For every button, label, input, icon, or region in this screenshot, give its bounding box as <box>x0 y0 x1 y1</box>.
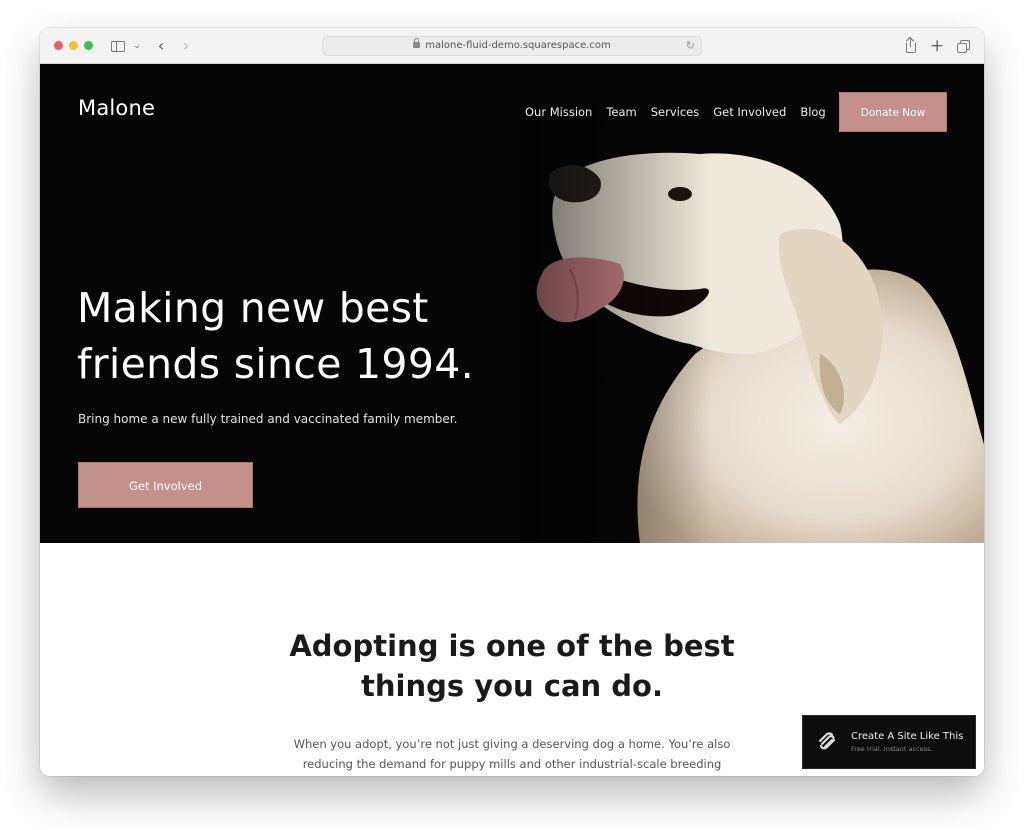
chevron-down-icon[interactable]: ⌄ <box>132 37 142 55</box>
intro-heading-line-2: things you can do. <box>361 669 663 703</box>
squarespace-logo-icon <box>818 732 836 750</box>
intro-heading: Adopting is one of the best things you c… <box>40 626 984 706</box>
browser-toolbar: ⌄ ‹ › malone-fluid-demo.squarespace.com … <box>40 28 984 64</box>
address-bar[interactable]: malone-fluid-demo.squarespace.com ↻ <box>322 36 702 56</box>
create-site-badge[interactable]: Create A Site Like This Free trial. Inst… <box>802 715 976 769</box>
hero-subtitle: Bring home a new fully trained and vacci… <box>78 412 458 426</box>
nav-services[interactable]: Services <box>651 104 700 120</box>
intro-body: When you adopt, you’re not just giving a… <box>280 734 744 774</box>
fullscreen-window-button[interactable] <box>84 41 93 50</box>
badge-subtitle: Free trial. Instant access. <box>851 745 933 753</box>
minimize-window-button[interactable] <box>69 41 78 50</box>
intro-body-line-2: reducing the demand for puppy mills and … <box>302 757 722 771</box>
forward-icon[interactable]: › <box>180 37 192 55</box>
intro-body-line-1: When you adopt, you’re not just giving a… <box>293 737 731 751</box>
dog-photo <box>520 104 984 543</box>
nav-get-involved[interactable]: Get Involved <box>713 104 786 120</box>
web-page: Malone Our Mission Team Services Get Inv… <box>40 64 984 776</box>
get-involved-button[interactable]: Get Involved <box>78 462 253 508</box>
donate-now-button[interactable]: Donate Now <box>839 92 947 132</box>
hero-title-line-2: friends since 1994. <box>77 340 474 388</box>
lock-icon <box>413 38 421 48</box>
hero-section: Malone Our Mission Team Services Get Inv… <box>40 64 984 543</box>
nav-our-mission[interactable]: Our Mission <box>525 104 592 120</box>
hero-title: Making new best friends since 1994. <box>77 280 474 392</box>
share-icon[interactable] <box>904 37 918 55</box>
reload-icon[interactable]: ↻ <box>686 37 695 55</box>
url-text: malone-fluid-demo.squarespace.com <box>425 40 611 51</box>
main-nav: Our Mission Team Services Get Involved B… <box>525 104 840 120</box>
tab-overview-icon[interactable] <box>956 37 970 55</box>
hero-title-line-1: Making new best <box>77 284 429 332</box>
nav-team[interactable]: Team <box>606 104 636 120</box>
intro-heading-line-1: Adopting is one of the best <box>289 629 735 663</box>
new-tab-icon[interactable]: + <box>930 37 944 55</box>
sidebar-icon[interactable] <box>110 37 126 55</box>
browser-window: ⌄ ‹ › malone-fluid-demo.squarespace.com … <box>40 28 984 776</box>
nav-blog[interactable]: Blog <box>800 104 825 120</box>
close-window-button[interactable] <box>54 41 63 50</box>
site-logo[interactable]: Malone <box>78 96 155 120</box>
back-icon[interactable]: ‹ <box>155 37 167 55</box>
badge-title: Create A Site Like This <box>851 731 964 742</box>
